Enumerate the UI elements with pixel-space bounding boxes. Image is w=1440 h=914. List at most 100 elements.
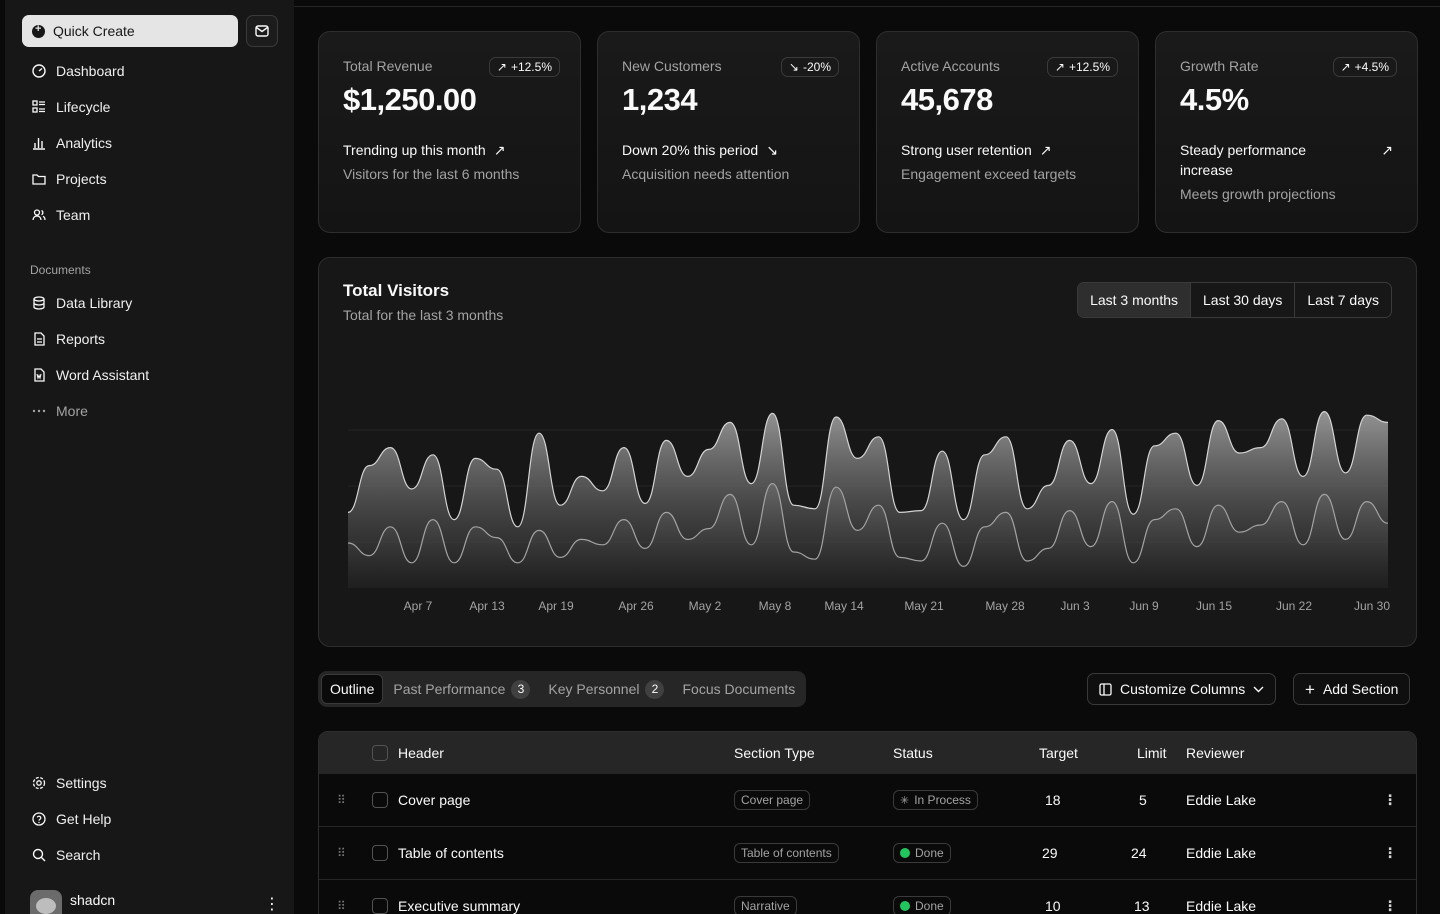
nav-label: More [56, 403, 88, 419]
trending-up-icon: ↗ [1340, 60, 1351, 74]
nav-item-analytics[interactable]: Analytics [22, 125, 282, 161]
range-toggle: Last 3 months Last 30 days Last 7 days [1077, 282, 1392, 318]
row-actions-icon[interactable]: ⋮ [1383, 792, 1397, 809]
row-header[interactable]: Executive summary [398, 898, 520, 914]
search-icon [31, 847, 47, 863]
row-header[interactable]: Table of contents [398, 845, 504, 861]
columns-icon [1099, 682, 1112, 696]
tab-label: Key Personnel [548, 681, 640, 697]
drag-handle-icon[interactable]: ⠿ [337, 793, 346, 807]
trend-badge: ↗ +12.5% [488, 57, 560, 77]
nav-item-word-assistant[interactable]: Word Assistant [22, 357, 282, 393]
x-tick-label: May 28 [985, 599, 1025, 613]
x-tick-label: Jun 9 [1129, 599, 1159, 613]
add-section-button[interactable]: + Add Section [1293, 673, 1411, 705]
nav-item-data-library[interactable]: Data Library [22, 285, 282, 321]
trend-badge: ↗ +4.5% [1332, 57, 1397, 77]
trend-label: Steady performance increase [1180, 142, 1307, 178]
range-option-7-days[interactable]: Last 7 days [1294, 283, 1391, 317]
target-value[interactable]: 18 [1045, 792, 1061, 808]
nav-item-projects[interactable]: Projects [22, 161, 282, 197]
range-option-3-months[interactable]: Last 3 months [1078, 283, 1190, 317]
drag-handle-icon[interactable]: ⠿ [337, 846, 346, 860]
more-vertical-icon[interactable]: ⋮ [264, 894, 280, 914]
tab-key-personnel[interactable]: Key Personnel 2 [540, 674, 672, 704]
user-menu[interactable]: shadcn ⋮ [30, 890, 280, 914]
status-badge: Done [893, 843, 951, 863]
gear-icon [31, 775, 47, 791]
quick-create-button[interactable]: Quick Create [22, 15, 238, 47]
limit-value[interactable]: 13 [1134, 898, 1150, 914]
drag-handle-icon[interactable]: ⠿ [337, 899, 346, 913]
users-icon [31, 207, 47, 223]
metric-value: 4.5% [1180, 82, 1249, 117]
loader-icon: ✳ [900, 794, 910, 807]
nav-item-lifecycle[interactable]: Lifecycle [22, 89, 282, 125]
nav-item-team[interactable]: Team [22, 197, 282, 233]
trend-label: Down 20% this period [622, 142, 759, 158]
customize-columns-button[interactable]: Customize Columns [1087, 673, 1277, 705]
limit-value[interactable]: 24 [1131, 845, 1147, 861]
visitors-chart-card: Total Visitors Total for the last 3 mont… [318, 257, 1417, 647]
nav-item-settings[interactable]: Settings [22, 765, 282, 801]
list-icon [31, 99, 47, 115]
row-checkbox[interactable] [372, 898, 388, 914]
x-tick-label: Apr 13 [469, 599, 505, 613]
nav-item-reports[interactable]: Reports [22, 321, 282, 357]
trending-up-icon: ↗ [496, 60, 507, 74]
metric-value: $1,250.00 [343, 82, 477, 117]
tab-label: Past Performance [393, 681, 506, 697]
inbox-button[interactable] [246, 15, 278, 47]
x-tick-label: May 8 [759, 599, 792, 613]
nav-item-dashboard[interactable]: Dashboard [22, 53, 282, 89]
reviewer-value[interactable]: Eddie Lake [1186, 792, 1256, 808]
range-option-30-days[interactable]: Last 30 days [1190, 283, 1294, 317]
trending-up-icon: ↗ [493, 142, 506, 158]
table-row: ⠿ Table of contents Table of contents Do… [319, 826, 1416, 879]
trend-label: Strong user retention [901, 142, 1032, 158]
trend-text: Steady performance increase ↗ [1180, 140, 1393, 180]
target-value[interactable]: 10 [1045, 898, 1061, 914]
report-icon [31, 331, 47, 347]
section-tabs: Outline Past Performance 3 Key Personnel 2… [318, 671, 807, 707]
metric-subtext: Meets growth projections [1180, 186, 1336, 202]
trend-text: Trending up this month ↗ [343, 140, 556, 160]
tab-outline[interactable]: Outline [321, 674, 384, 704]
mail-icon [255, 25, 269, 37]
documents-nav: Data Library Reports Word Assistant More [22, 285, 282, 429]
x-tick-label: Apr 26 [618, 599, 654, 613]
trending-down-icon: ↘ [788, 60, 799, 74]
nav-label: Lifecycle [56, 99, 111, 115]
x-tick-label: Jun 3 [1060, 599, 1090, 613]
chevron-down-icon [1253, 686, 1264, 692]
badge-value: +12.5% [510, 60, 552, 74]
status-badge: ✳ In Process [893, 790, 978, 810]
limit-value[interactable]: 5 [1139, 792, 1147, 808]
secondary-nav: Settings Get Help Search [22, 765, 282, 873]
status-label: In Process [914, 793, 971, 807]
row-header[interactable]: Cover page [398, 792, 470, 808]
trending-down-icon: ↘ [766, 142, 778, 158]
nav-item-search[interactable]: Search [22, 837, 282, 873]
nav-item-more[interactable]: More [22, 393, 282, 429]
reviewer-value[interactable]: Eddie Lake [1186, 845, 1256, 861]
row-checkbox[interactable] [372, 845, 388, 861]
nav-item-get-help[interactable]: Get Help [22, 801, 282, 837]
row-checkbox[interactable] [372, 792, 388, 808]
select-all-checkbox[interactable] [372, 744, 388, 761]
section-type-label: Narrative [734, 896, 797, 914]
row-actions-icon[interactable]: ⋮ [1383, 845, 1397, 862]
badge-value: +12.5% [1068, 60, 1110, 74]
metric-card-growth: Growth Rate ↗ +4.5% 4.5% Steady performan… [1155, 31, 1418, 233]
x-tick-label: Jun 30 [1354, 599, 1390, 613]
column-header-section-type: Section Type [734, 744, 815, 761]
column-header-limit: Limit [1137, 744, 1167, 761]
metric-subtext: Visitors for the last 6 months [343, 166, 520, 182]
target-value[interactable]: 29 [1042, 845, 1058, 861]
nav-label: Reports [56, 331, 106, 347]
tab-past-performance[interactable]: Past Performance 3 [385, 674, 538, 704]
row-actions-icon[interactable]: ⋮ [1383, 898, 1397, 914]
tab-label: Outline [330, 681, 375, 697]
tab-focus-documents[interactable]: Focus Documents [674, 674, 803, 704]
reviewer-value[interactable]: Eddie Lake [1186, 898, 1256, 914]
